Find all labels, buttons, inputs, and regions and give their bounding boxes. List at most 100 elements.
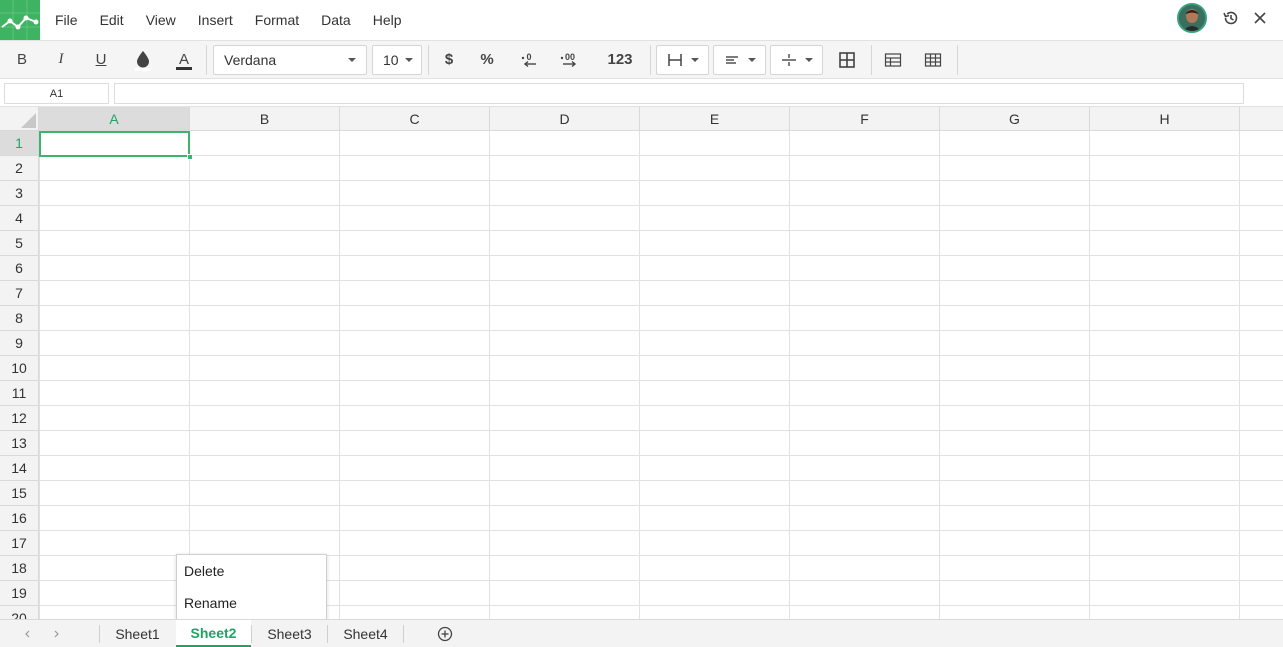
cell-reference-box[interactable]: A1 — [4, 83, 109, 104]
chevron-down-icon — [405, 58, 413, 62]
merge-cells-icon — [839, 51, 855, 68]
row-header-3[interactable]: 3 — [0, 181, 39, 206]
cell-area[interactable] — [39, 131, 1283, 619]
row-header-11[interactable]: 11 — [0, 381, 39, 406]
row-header-15[interactable]: 15 — [0, 481, 39, 506]
row-header-1[interactable]: 1 — [0, 131, 39, 156]
percent-button[interactable]: % — [473, 41, 501, 78]
column-header-e[interactable]: E — [640, 107, 790, 131]
font-family-select[interactable]: Verdana — [213, 45, 367, 75]
svg-text:A: A — [179, 51, 189, 68]
decrease-decimal-icon: 0 — [521, 52, 536, 67]
row-header-16[interactable]: 16 — [0, 506, 39, 531]
row-header-7[interactable]: 7 — [0, 281, 39, 306]
number-format-button[interactable]: 123 — [600, 41, 640, 78]
column-header-b[interactable]: B — [190, 107, 340, 131]
history-icon[interactable] — [1219, 6, 1243, 30]
select-all-corner[interactable] — [0, 107, 39, 131]
menu-insert[interactable]: Insert — [187, 12, 244, 28]
row-header-18[interactable]: 18 — [0, 556, 39, 581]
fill-color-button[interactable] — [129, 41, 157, 78]
row-header-14[interactable]: 14 — [0, 456, 39, 481]
merge-cells-button[interactable] — [833, 41, 861, 78]
borders-select[interactable] — [656, 45, 709, 75]
tab-sheet2[interactable]: Sheet2 — [176, 620, 251, 647]
sheet-tab-bar: Sheet1 Sheet2 Sheet3 Sheet4 — [0, 619, 1283, 647]
row-header-8[interactable]: 8 — [0, 306, 39, 331]
close-icon[interactable] — [1248, 6, 1272, 30]
font-size-value: 10 — [383, 52, 399, 68]
formula-input[interactable] — [114, 83, 1244, 104]
column-header-c[interactable]: C — [340, 107, 490, 131]
sheet-context-menu: Delete Rename — [176, 554, 327, 620]
table-icon — [884, 52, 902, 67]
vertical-align-icon — [782, 54, 796, 66]
freeze-rows-button[interactable] — [879, 41, 907, 78]
scroll-tabs-left-button[interactable] — [18, 620, 38, 647]
column-header-g[interactable]: G — [940, 107, 1090, 131]
grid-icon — [924, 52, 942, 67]
vertical-align-select[interactable] — [770, 45, 823, 75]
row-header-20[interactable]: 20 — [0, 606, 39, 619]
formula-bar: A1 — [0, 79, 1283, 107]
underline-button[interactable]: U — [87, 41, 115, 78]
add-sheet-button[interactable] — [433, 620, 457, 647]
row-header-9[interactable]: 9 — [0, 331, 39, 356]
tab-separator — [403, 625, 404, 643]
chevron-down-icon — [805, 58, 813, 62]
align-left-icon — [726, 56, 738, 64]
menu-edit[interactable]: Edit — [89, 12, 135, 28]
row-header-12[interactable]: 12 — [0, 406, 39, 431]
chevron-left-icon — [25, 630, 30, 637]
fill-handle[interactable] — [187, 154, 193, 160]
selected-cell[interactable] — [39, 131, 190, 157]
chevron-down-icon — [748, 58, 756, 62]
row-header-4[interactable]: 4 — [0, 206, 39, 231]
font-size-select[interactable]: 10 — [372, 45, 422, 75]
menu-item-delete[interactable]: Delete — [177, 555, 326, 587]
column-header-f[interactable]: F — [790, 107, 940, 131]
row-header-2[interactable]: 2 — [0, 156, 39, 181]
row-header-13[interactable]: 13 — [0, 431, 39, 456]
fill-color-icon — [135, 50, 151, 71]
chevron-down-icon — [348, 58, 356, 62]
decrease-decimal-button[interactable]: 0 — [514, 41, 544, 78]
user-avatar[interactable] — [1177, 3, 1207, 33]
menu-file[interactable]: File — [44, 12, 89, 28]
freeze-columns-button[interactable] — [919, 41, 947, 78]
spreadsheet-grid[interactable]: A B C D E F G H 1 2 3 4 5 6 7 8 9 10 11 … — [0, 107, 1283, 619]
tab-sheet1[interactable]: Sheet1 — [100, 620, 175, 647]
italic-button[interactable]: I — [47, 41, 75, 78]
column-header-d[interactable]: D — [490, 107, 640, 131]
menu-bar: File Edit View Insert Format Data Help — [0, 0, 1283, 40]
svg-text:00: 00 — [565, 52, 575, 62]
row-header-19[interactable]: 19 — [0, 581, 39, 606]
menu-format[interactable]: Format — [244, 12, 310, 28]
main-menu: File Edit View Insert Format Data Help — [44, 0, 413, 40]
toolbar-separator — [871, 45, 872, 75]
chevron-down-icon — [691, 58, 699, 62]
text-color-button[interactable]: A — [170, 41, 198, 78]
menu-data[interactable]: Data — [310, 12, 362, 28]
toolbar-separator — [206, 45, 207, 75]
font-family-value: Verdana — [224, 52, 277, 68]
column-header-a[interactable]: A — [39, 107, 190, 131]
app-logo[interactable] — [0, 0, 40, 40]
scroll-tabs-right-button[interactable] — [46, 620, 66, 647]
tab-sheet3[interactable]: Sheet3 — [252, 620, 327, 647]
row-header-5[interactable]: 5 — [0, 231, 39, 256]
horizontal-align-select[interactable] — [713, 45, 766, 75]
increase-decimal-button[interactable]: 00 — [555, 41, 585, 78]
menu-view[interactable]: View — [135, 12, 187, 28]
bold-button[interactable]: B — [8, 41, 36, 78]
menu-help[interactable]: Help — [362, 12, 413, 28]
row-header-10[interactable]: 10 — [0, 356, 39, 381]
toolbar-separator — [650, 45, 651, 75]
column-header-partial[interactable] — [1240, 107, 1283, 131]
currency-button[interactable]: $ — [435, 41, 463, 78]
row-header-6[interactable]: 6 — [0, 256, 39, 281]
tab-sheet4[interactable]: Sheet4 — [328, 620, 403, 647]
column-header-h[interactable]: H — [1090, 107, 1240, 131]
row-header-17[interactable]: 17 — [0, 531, 39, 556]
menu-item-rename[interactable]: Rename — [177, 587, 326, 619]
